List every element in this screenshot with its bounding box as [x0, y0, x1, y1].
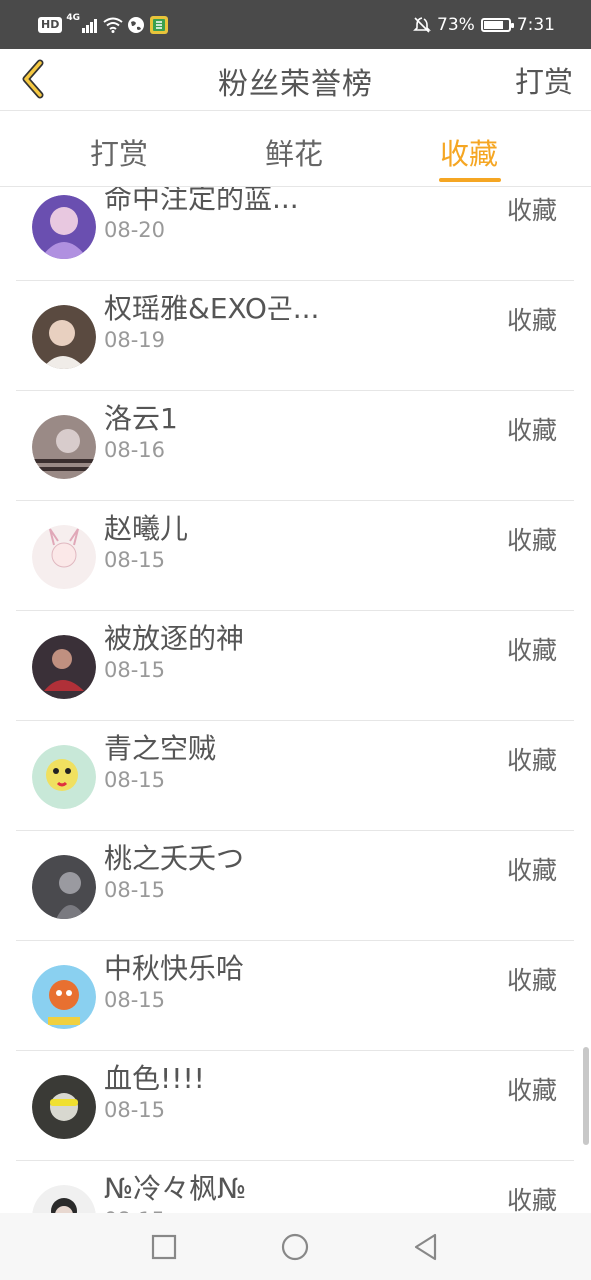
user-name: 洛云1 — [104, 402, 178, 435]
user-name: 被放逐的神 — [104, 622, 245, 655]
date: 08-16 — [104, 438, 166, 462]
user-name: 桃之夭夭つ — [104, 842, 245, 875]
avatar — [32, 1185, 96, 1213]
list-item[interactable]: 命中注定的蓝... 08-20 收藏 — [16, 187, 574, 281]
recents-button[interactable] — [146, 1229, 182, 1265]
action-label: 收藏 — [506, 1186, 557, 1213]
reward-button[interactable]: 打赏 — [515, 59, 573, 101]
active-tab-indicator — [439, 178, 501, 182]
fan-list: 命中注定的蓝... 08-20 收藏 权瑶雅&EXO곤... 08-19 收藏 … — [0, 187, 591, 1213]
battery-icon — [480, 18, 514, 32]
user-name: 血色!!!! — [104, 1062, 205, 1095]
circle-icon — [281, 1233, 309, 1261]
user-name: 青之空贼 — [104, 732, 217, 765]
avatar — [32, 855, 96, 919]
action-label: 收藏 — [506, 856, 557, 885]
home-button[interactable] — [277, 1229, 313, 1265]
avatar — [32, 635, 96, 699]
action-label: 收藏 — [506, 966, 557, 995]
date: 08-19 — [104, 328, 166, 352]
tab-reward[interactable]: 打赏 — [90, 131, 148, 173]
battery-level — [483, 21, 503, 29]
avatar — [32, 305, 96, 369]
action-label: 收藏 — [506, 416, 557, 445]
globe-icon — [128, 17, 144, 33]
page-title: 粉丝荣誉榜 — [218, 67, 373, 102]
scrollbar[interactable] — [583, 1047, 589, 1145]
avatar — [32, 195, 96, 259]
list-item[interactable]: 洛云1 08-16 收藏 — [16, 391, 574, 501]
avatar — [32, 525, 96, 589]
avatar — [32, 965, 96, 1029]
avatar — [32, 745, 96, 809]
list-item[interactable]: 青之空贼 08-15 收藏 — [16, 721, 574, 831]
tab-bar: 打赏 鲜花 收藏 — [0, 111, 591, 187]
date: 08-15 — [104, 1098, 166, 1122]
hd-badge: HD — [38, 17, 63, 33]
clock: 7:31 — [516, 15, 555, 35]
app-notification-icon — [150, 16, 168, 34]
mute-icon — [413, 17, 431, 33]
status-bar: HD 4G 73% 7:31 — [0, 0, 591, 49]
action-label: 收藏 — [506, 526, 557, 555]
status-right: 73% 7:31 — [413, 12, 555, 38]
action-label: 收藏 — [506, 636, 557, 665]
system-nav-bar — [0, 1213, 591, 1280]
avatar — [32, 1075, 96, 1139]
user-name: №冷々枫№ — [104, 1172, 247, 1205]
tab-collect[interactable]: 收藏 — [440, 131, 498, 173]
wifi-icon — [103, 17, 123, 33]
user-name: 赵曦儿 — [104, 512, 189, 545]
back-nav-button[interactable] — [408, 1229, 444, 1265]
list-item[interactable]: 赵曦儿 08-15 收藏 — [16, 501, 574, 611]
date: 08-15 — [104, 878, 166, 902]
list-item[interactable]: 桃之夭夭つ 08-15 收藏 — [16, 831, 574, 941]
date: 08-20 — [104, 218, 166, 242]
network-type: 4G — [66, 13, 80, 23]
list-item[interactable]: 中秋快乐哈 08-15 收藏 — [16, 941, 574, 1051]
action-label: 收藏 — [506, 746, 557, 775]
tab-flowers[interactable]: 鲜花 — [265, 131, 323, 173]
date: 08-15 — [104, 988, 166, 1012]
list-item[interactable]: 血色!!!! 08-15 收藏 — [16, 1051, 574, 1161]
user-name: 中秋快乐哈 — [104, 952, 245, 985]
triangle-back-icon — [414, 1233, 437, 1261]
date: 08-15 — [104, 658, 166, 682]
square-icon — [151, 1234, 177, 1260]
action-label: 收藏 — [506, 306, 557, 335]
action-label: 收藏 — [506, 1076, 557, 1105]
list-item[interactable]: 被放逐的神 08-15 收藏 — [16, 611, 574, 721]
app-header: 粉丝荣誉榜 打赏 — [0, 49, 591, 111]
list-item[interactable]: №冷々枫№ 08-15 收藏 — [16, 1161, 574, 1213]
date: 08-15 — [104, 768, 166, 792]
battery-percent: 73% — [437, 15, 475, 35]
avatar — [32, 415, 96, 479]
action-label: 收藏 — [506, 196, 557, 225]
user-name: 权瑶雅&EXO곤... — [104, 292, 320, 325]
list-item[interactable]: 权瑶雅&EXO곤... 08-19 收藏 — [16, 281, 574, 391]
user-name: 命中注定的蓝... — [104, 187, 299, 215]
date: 08-15 — [104, 548, 166, 572]
status-left: HD 4G — [38, 14, 169, 36]
signal-icon — [82, 19, 97, 33]
